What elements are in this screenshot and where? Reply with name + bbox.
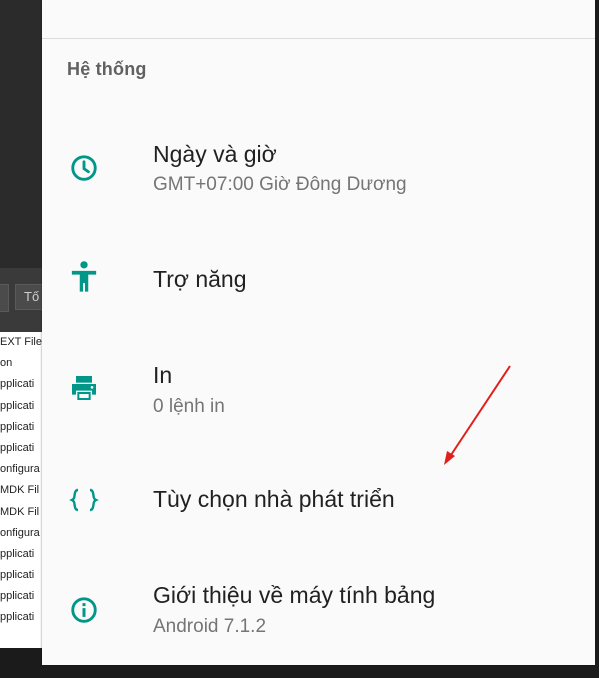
annotation-arrow	[444, 365, 511, 465]
